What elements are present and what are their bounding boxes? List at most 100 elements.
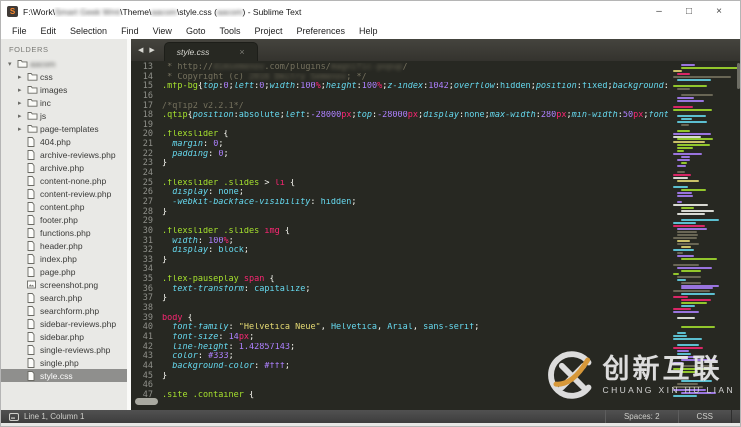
minimap-line (681, 326, 715, 329)
code-line-29[interactable]: 29 (131, 217, 668, 227)
code-line-35[interactable]: 35 .flex-pauseplay span { (131, 274, 668, 285)
sidebar-item-single-php[interactable]: single.php (1, 356, 131, 369)
menu-item-view[interactable]: View (146, 26, 179, 36)
sidebar-item-single-reviews-php[interactable]: single-reviews.php (1, 343, 131, 356)
menu-item-goto[interactable]: Goto (179, 26, 213, 36)
tab-nav-left-icon[interactable]: ◀ (138, 46, 143, 54)
code-line-27[interactable]: 27 -webkit-backface-visibility: hidden; (131, 197, 668, 208)
sidebar-item-images[interactable]: ▸ images (1, 83, 131, 96)
code-line-47[interactable]: 47 .site .container { (131, 390, 668, 401)
code-line-43[interactable]: 43 color: #333; (131, 352, 668, 362)
sidebar-item-header-php[interactable]: header.php (1, 239, 131, 252)
minimap-line (681, 207, 694, 210)
file-icon (27, 162, 40, 173)
code-line-13[interactable]: 13 * http://dimsemenov.com/plugins/magni… (131, 62, 668, 73)
minimap-line (681, 245, 692, 248)
status-syntax[interactable]: CSS (677, 410, 732, 423)
sidebar-item-content-review-php[interactable]: content-review.php (1, 187, 131, 200)
code-line-45[interactable]: 45} (131, 371, 668, 382)
minimap-line (677, 275, 701, 278)
code-line-32[interactable]: 32 display: block; (131, 246, 668, 256)
sidebar-item-content-php[interactable]: content.php (1, 200, 131, 213)
vertical-scrollbar[interactable] (737, 63, 740, 89)
minimap-line (681, 218, 720, 221)
code-line-46[interactable]: 46 (131, 380, 668, 391)
code-line-17[interactable]: 17/*qTip2 v2.2.1*/ (131, 101, 668, 112)
menu-item-file[interactable]: File (5, 26, 34, 36)
sidebar-item-page-templates[interactable]: ▸ page-templates (1, 122, 131, 135)
code-line-40[interactable]: 40 font-family: "Helvetica Neue", Helvet… (131, 323, 668, 333)
code-line-15[interactable]: 15 .mfp-bg{top:0;left:0;width:100%;height… (131, 82, 668, 92)
code-line-33[interactable]: 33} (131, 255, 668, 266)
tab-style-css[interactable]: style.css × (163, 42, 258, 61)
sidebar-item-content-none-php[interactable]: content-none.php (1, 174, 131, 187)
tab-close-icon[interactable]: × (239, 47, 244, 57)
code-editor[interactable]: 13 * http://dimsemenov.com/plugins/magni… (131, 61, 740, 410)
code-line-20[interactable]: 20 .flexslider { (131, 130, 668, 140)
sidebar-item-page-php[interactable]: page.php (1, 265, 131, 278)
sidebar-item-index-php[interactable]: index.php (1, 252, 131, 265)
horizontal-scrollbar[interactable] (135, 398, 158, 405)
status-indentation[interactable]: Spaces: 2 (604, 410, 678, 423)
item-label: style.css (40, 370, 73, 381)
code-line-44[interactable]: 44 background-color: #fff; (131, 361, 668, 372)
code-line-21[interactable]: 21 margin: 0; (131, 139, 668, 150)
menu-item-help[interactable]: Help (352, 26, 385, 36)
sidebar-item-sidebar-php[interactable]: sidebar.php (1, 330, 131, 343)
file-icon (27, 331, 40, 342)
window-title-segment: \Theme\ (120, 6, 152, 17)
sidebar-item-archive-reviews-php[interactable]: archive-reviews.php (1, 148, 131, 161)
status-panel-icon[interactable] (9, 412, 19, 421)
sidebar-item-screenshot-png[interactable]: screenshot.png (1, 278, 131, 291)
code-line-37[interactable]: 37} (131, 294, 668, 304)
sidebar-item-css[interactable]: ▸ css (1, 70, 131, 83)
code-line-36[interactable]: 36 text-transform: capitalize; (131, 284, 668, 295)
code-line-22[interactable]: 22 padding: 0; (131, 149, 668, 160)
sidebar-item-404-php[interactable]: 404.php (1, 135, 131, 148)
file-icon (27, 344, 40, 355)
code-line-42[interactable]: 42 line-height: 1.42857143; (131, 342, 668, 353)
code-line-30[interactable]: 30 .flexslider .slides img { (131, 226, 668, 237)
minimap[interactable] (672, 61, 739, 410)
sidebar-item-functions-php[interactable]: functions.php (1, 226, 131, 239)
code-line-26[interactable]: 26 display: none; (131, 188, 668, 198)
file-icon (27, 370, 40, 381)
menu-item-project[interactable]: Project (247, 26, 289, 36)
menu-item-tools[interactable]: Tools (212, 26, 247, 36)
sidebar-item-archive-php[interactable]: archive.php (1, 161, 131, 174)
close-button[interactable]: × (704, 6, 734, 17)
minimize-button[interactable]: – (644, 6, 674, 17)
code-line-16[interactable]: 16 (131, 91, 668, 102)
code-text: display: none; (172, 188, 244, 198)
sidebar-item-inc[interactable]: ▸ inc (1, 96, 131, 109)
code-line-24[interactable]: 24 (131, 168, 668, 179)
code-line-14[interactable]: 14 * Copyright (c) 2016 Dmitry Semenov; … (131, 72, 668, 83)
maximize-button[interactable]: □ (674, 6, 704, 17)
menu-item-selection[interactable]: Selection (63, 26, 114, 36)
minimap-line (673, 186, 689, 189)
sidebar-item-searchform-php[interactable]: searchform.php (1, 304, 131, 317)
folder-open-icon (17, 59, 30, 68)
sidebar-item-sidebar-reviews-php[interactable]: sidebar-reviews.php (1, 317, 131, 330)
code-line-38[interactable]: 38 (131, 303, 668, 314)
sidebar-item-footer-php[interactable]: footer.php (1, 213, 131, 226)
file-icon (27, 240, 40, 251)
code-line-31[interactable]: 31 width: 100%; (131, 236, 668, 247)
sidebar-root-folder[interactable]: ▾ aacom (1, 57, 131, 70)
code-line-28[interactable]: 28} (131, 207, 668, 218)
sidebar-item-js[interactable]: ▸ js (1, 109, 131, 122)
item-label: content.php (40, 201, 85, 212)
code-line-23[interactable]: 23} (131, 159, 668, 169)
tab-nav-right-icon[interactable]: ▶ (149, 46, 154, 54)
code-line-19[interactable]: 19 (131, 120, 668, 131)
menu-item-find[interactable]: Find (114, 26, 146, 36)
sidebar-item-search-php[interactable]: search.php (1, 291, 131, 304)
code-line-41[interactable]: 41 font-size: 14px; (131, 332, 668, 343)
menu-item-preferences[interactable]: Preferences (289, 26, 352, 36)
code-line-39[interactable]: 39 body { (131, 313, 668, 324)
code-line-18[interactable]: 18 .qtip{position:absolute;left:-28000px;… (131, 111, 668, 121)
menu-item-edit[interactable]: Edit (34, 26, 64, 36)
sidebar-item-style-css[interactable]: style.css (1, 369, 131, 382)
code-line-25[interactable]: 25 .flexslider .slides > li { (131, 178, 668, 189)
code-line-34[interactable]: 34 (131, 265, 668, 275)
